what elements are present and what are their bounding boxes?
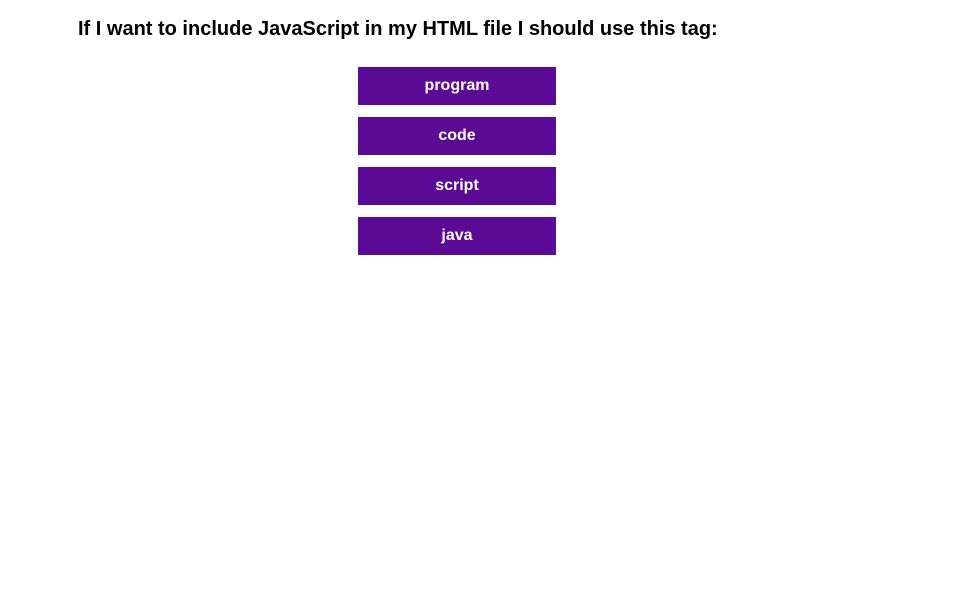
question-text: If I want to include JavaScript in my HT… (0, 18, 968, 41)
options-container: program code script java (0, 67, 968, 255)
option-button-script[interactable]: script (358, 167, 556, 205)
option-button-program[interactable]: program (358, 67, 556, 105)
option-button-code[interactable]: code (358, 117, 556, 155)
option-button-java[interactable]: java (358, 217, 556, 255)
